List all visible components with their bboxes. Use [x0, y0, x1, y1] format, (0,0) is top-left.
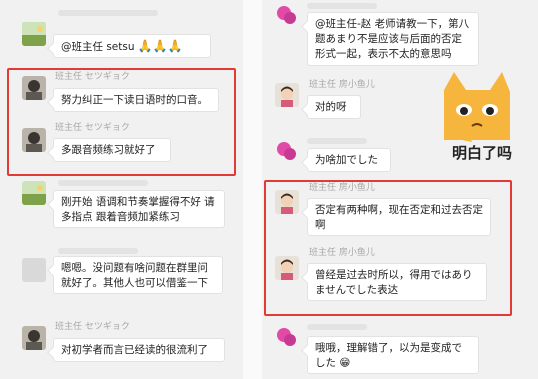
avatar[interactable]: [22, 258, 46, 282]
avatar[interactable]: [275, 4, 299, 28]
blurred-name: [58, 10, 158, 16]
message-text: 为啥加でした: [315, 154, 378, 166]
blurred-name: [307, 138, 367, 144]
avatar[interactable]: [22, 181, 46, 205]
blurred-name: [307, 324, 367, 330]
right-chat-panel: @班主任-赵 老师请教一下，第八题あまり不是应该与后面的否定形式一起，表示不太的…: [262, 0, 538, 379]
avatar[interactable]: [22, 22, 46, 46]
panel-divider: [243, 0, 262, 379]
message-bubble[interactable]: 对初学者而言已经读的很流利了: [53, 338, 225, 362]
message-text: 嗯嗯。没问题有啥问题在群里问就好了。其他人也可以借鉴一下: [61, 262, 208, 289]
message-bubble[interactable]: 对的呀: [307, 95, 361, 119]
grin-emoji-icon: 😁: [339, 357, 351, 369]
message-bubble[interactable]: 为啥加でした: [307, 148, 391, 172]
left-chat-panel: @班主任 setsu 🙏🙏🙏 班主任 セツギョク 努力纠正一下读日语时的口音。 …: [0, 0, 243, 379]
child-avatar-icon: [275, 83, 299, 107]
message-text: 刚开始 语调和节奏掌握得不好 请多指点 跟着音频加紧练习: [61, 196, 215, 223]
avatar-landscape-icon: [22, 181, 46, 205]
sender-name: 班主任 房小鱼儿: [309, 80, 375, 90]
avatar[interactable]: [22, 326, 46, 350]
message-text: 对的呀: [315, 101, 347, 113]
clap-emoji-icon: 🙏🙏🙏: [137, 39, 183, 53]
message-bubble[interactable]: 刚开始 语调和节奏掌握得不好 请多指点 跟着音频加紧练习: [53, 190, 225, 228]
message-bubble[interactable]: 哦哦，理解错了，以为是变成でした 😁: [307, 336, 479, 374]
sticker-caption: 明白了吗: [451, 144, 512, 162]
avatar-person-icon: [22, 326, 46, 350]
pink-flower-avatar-icon: [275, 140, 299, 164]
avatar-landscape-icon: [22, 22, 46, 46]
pink-flower-avatar-icon: [275, 4, 299, 28]
highlight-box: [7, 68, 236, 176]
message-bubble[interactable]: 嗯嗯。没问题有啥问题在群里问就好了。其他人也可以借鉴一下: [53, 256, 223, 294]
message-text: @班主任 setsu: [61, 41, 135, 53]
highlight-box: [264, 180, 512, 316]
pink-flower-avatar-icon: [275, 326, 299, 350]
message-bubble[interactable]: @班主任-赵 老师请教一下，第八题あまり不是应该与后面的否定形式一起，表示不太的…: [307, 12, 479, 66]
sender-name: 班主任 セツギョク: [55, 322, 130, 332]
message-text: 对初学者而言已经读的很流利了: [61, 344, 208, 356]
cat-sticker: 明白了吗: [432, 70, 532, 170]
avatar[interactable]: [275, 140, 299, 164]
blurred-name: [58, 248, 138, 254]
message-bubble[interactable]: @班主任 setsu 🙏🙏🙏: [53, 34, 211, 58]
message-text: @班主任-赵 老师请教一下，第八题あまり不是应该与后面的否定形式一起，表示不太的…: [315, 18, 470, 60]
blurred-name: [58, 180, 148, 186]
message-text: 哦哦，理解错了，以为是变成でした: [315, 342, 462, 369]
avatar[interactable]: [275, 326, 299, 350]
avatar[interactable]: [275, 83, 299, 107]
blurred-name: [307, 3, 377, 9]
